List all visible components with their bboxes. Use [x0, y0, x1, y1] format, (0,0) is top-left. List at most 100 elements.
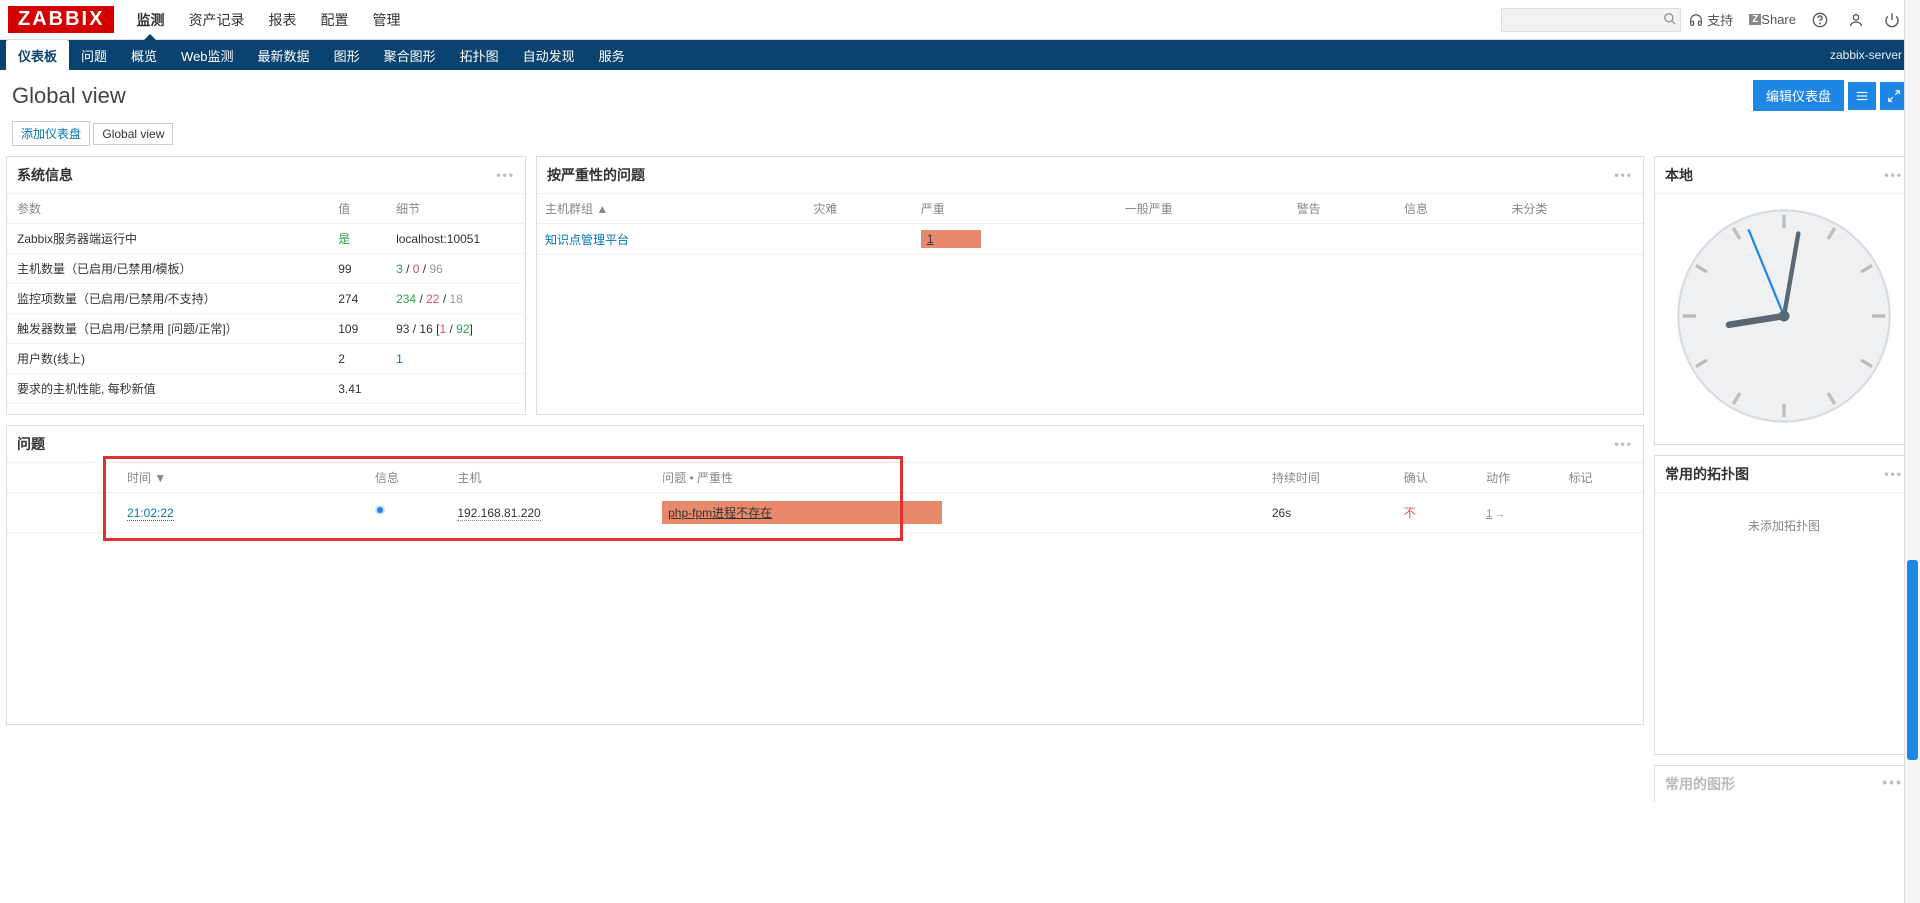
sysinfo-param: Zabbix服务器端运行中	[7, 224, 328, 254]
sysinfo-row: Zabbix服务器端运行中是localhost:10051	[7, 224, 525, 254]
topnav-config[interactable]: 配置	[308, 0, 360, 39]
subnav-screens[interactable]: 聚合图形	[372, 40, 448, 70]
sysinfo-menu-icon[interactable]: •••	[496, 168, 515, 182]
share-link[interactable]: Z Share	[1741, 12, 1804, 27]
action-arrow-icon: →	[1492, 509, 1505, 520]
topnav-inventory[interactable]: 资产记录	[176, 0, 256, 39]
breadcrumb: 添加仪表盘 Global view	[0, 117, 1920, 156]
dashboard: 系统信息 ••• 参数 值 细节 Zabbix服务器端运行中是localhost…	[0, 156, 1920, 822]
subnav-discovery[interactable]: 自动发现	[511, 40, 587, 70]
problems-col[interactable]: 确认	[1396, 463, 1478, 493]
scrollbar-thumb[interactable]	[1907, 560, 1918, 760]
breadcrumb-current: Global view	[93, 123, 173, 145]
hostgroup-link[interactable]: 知识点管理平台	[545, 233, 629, 247]
subnav-graphs[interactable]: 图形	[322, 40, 372, 70]
sysinfo-row: 要求的主机性能, 每秒新值3.41	[7, 374, 525, 404]
sub-nav: 仪表板 问题 概览 Web监测 最新数据 图形 聚合图形 拓扑图 自动发现 服务…	[0, 40, 1920, 70]
page-header: Global view 编辑仪表盘	[0, 70, 1920, 117]
severity-col[interactable]: 主机群组 ▲	[537, 194, 805, 224]
widget-sysinfo: 系统信息 ••• 参数 值 细节 Zabbix服务器端运行中是localhost…	[6, 156, 526, 415]
sysinfo-col-param: 参数	[7, 194, 328, 224]
sysinfo-detail: 1	[386, 344, 525, 374]
search-input[interactable]	[1501, 8, 1681, 32]
share-label: Share	[1761, 12, 1796, 27]
problems-col[interactable]: 持续时间	[1264, 463, 1396, 493]
sysinfo-title: 系统信息	[17, 165, 73, 185]
edit-dashboard-button[interactable]: 编辑仪表盘	[1753, 80, 1844, 111]
server-name: zabbix-server	[1818, 48, 1914, 62]
sysinfo-param: 监控项数量（已启用/已禁用/不支持）	[7, 284, 328, 314]
problems-col[interactable]: 动作	[1478, 463, 1560, 493]
sysinfo-param: 触发器数量（已启用/已禁用 [问题/正常]）	[7, 314, 328, 344]
topnav-admin[interactable]: 管理	[360, 0, 412, 39]
problem-duration: 26s	[1264, 493, 1396, 533]
sysinfo-param: 主机数量（已启用/已禁用/模板）	[7, 254, 328, 284]
problem-name[interactable]: php-fpm进程不存在	[662, 501, 942, 524]
problems-menu-icon[interactable]: •••	[1614, 437, 1633, 451]
sysinfo-detail: 3 / 0 / 96	[386, 254, 525, 284]
severity-col: 未分类	[1503, 194, 1643, 224]
topology-empty: 未添加拓扑图	[1655, 493, 1913, 558]
problem-row: 21:02:22192.168.81.220php-fpm进程不存在26s不1 …	[7, 493, 1643, 533]
logo[interactable]: ZABBIX	[8, 6, 114, 33]
severity-col: 信息	[1396, 194, 1503, 224]
problems-table: 时间 ▼信息主机问题 • 严重性持续时间确认动作标记 21:02:22 192.1…	[7, 463, 1643, 533]
sysinfo-row: 监控项数量（已启用/已禁用/不支持）274234 / 22 / 18	[7, 284, 525, 314]
page-title: Global view	[12, 83, 126, 109]
severity-table: 主机群组 ▲灾难严重一般严重警告信息未分类 知识点管理平台1	[537, 194, 1643, 255]
sysinfo-row: 主机数量（已启用/已禁用/模板）993 / 0 / 96	[7, 254, 525, 284]
sysinfo-param: 要求的主机性能, 每秒新值	[7, 374, 328, 404]
problems-col[interactable]: 问题 • 严重性	[654, 463, 1264, 493]
sysinfo-col-detail: 细节	[386, 194, 525, 224]
search-icon[interactable]	[1663, 12, 1677, 29]
sysinfo-detail	[386, 374, 525, 404]
problems-col[interactable]: 时间 ▼	[7, 463, 367, 493]
timeline-dot-icon	[375, 505, 385, 515]
sysinfo-value: 274	[328, 284, 386, 314]
problems-col[interactable]: 主机	[449, 463, 654, 493]
widget-topology: 常用的拓扑图 ••• 未添加拓扑图	[1654, 455, 1914, 755]
topnav-reports[interactable]: 报表	[256, 0, 308, 39]
graphs-stub-title: 常用的图形	[1665, 774, 1735, 794]
severity-count[interactable]: 1	[921, 230, 981, 248]
problem-time[interactable]: 21:02:22	[127, 506, 174, 521]
sysinfo-detail: 234 / 22 / 18	[386, 284, 525, 314]
subnav-services[interactable]: 服务	[587, 40, 637, 70]
sysinfo-value: 2	[328, 344, 386, 374]
subnav-latestdata[interactable]: 最新数据	[246, 40, 322, 70]
support-link[interactable]: 支持	[1681, 10, 1741, 29]
subnav-web[interactable]: Web监测	[169, 40, 246, 70]
top-nav: ZABBIX 监测 资产记录 报表 配置 管理 支持 Z Share	[0, 0, 1920, 40]
subnav-maps[interactable]: 拓扑图	[448, 40, 511, 70]
top-menu: 监测 资产记录 报表 配置 管理	[124, 0, 412, 39]
subnav-overview[interactable]: 概览	[119, 40, 169, 70]
user-icon[interactable]	[1840, 12, 1876, 28]
problems-col[interactable]: 信息	[367, 463, 449, 493]
clock-menu-icon[interactable]: •••	[1884, 168, 1903, 182]
topnav-monitoring[interactable]: 监测	[124, 0, 176, 39]
support-label: 支持	[1707, 10, 1733, 29]
topology-menu-icon[interactable]: •••	[1884, 467, 1903, 481]
help-icon[interactable]	[1804, 12, 1840, 28]
subnav-dashboard[interactable]: 仪表板	[6, 40, 69, 70]
headset-icon	[1689, 13, 1703, 27]
graphs-stub-menu-icon[interactable]: •••	[1882, 774, 1903, 794]
vertical-scrollbar[interactable]	[1904, 0, 1920, 903]
severity-col: 灾难	[805, 194, 912, 224]
problems-title: 问题	[17, 434, 45, 454]
list-view-button[interactable]	[1848, 82, 1876, 110]
problem-host[interactable]: 192.168.81.220	[457, 506, 540, 521]
problems-col[interactable]: 标记	[1561, 463, 1643, 493]
problem-ack[interactable]: 不	[1404, 506, 1416, 520]
widget-graphs-stub: 常用的图形 •••	[1654, 765, 1914, 802]
widget-clock: 本地 •••	[1654, 156, 1914, 445]
sysinfo-value: 109	[328, 314, 386, 344]
breadcrumb-home[interactable]: 添加仪表盘	[12, 121, 90, 146]
severity-row: 知识点管理平台 1	[537, 224, 1643, 255]
subnav-problems[interactable]: 问题	[69, 40, 119, 70]
clock-title: 本地	[1665, 165, 1693, 185]
sysinfo-row: 用户数(线上)21	[7, 344, 525, 374]
sysinfo-param: 用户数(线上)	[7, 344, 328, 374]
search-wrap	[1501, 8, 1681, 32]
severity-menu-icon[interactable]: •••	[1614, 168, 1633, 182]
